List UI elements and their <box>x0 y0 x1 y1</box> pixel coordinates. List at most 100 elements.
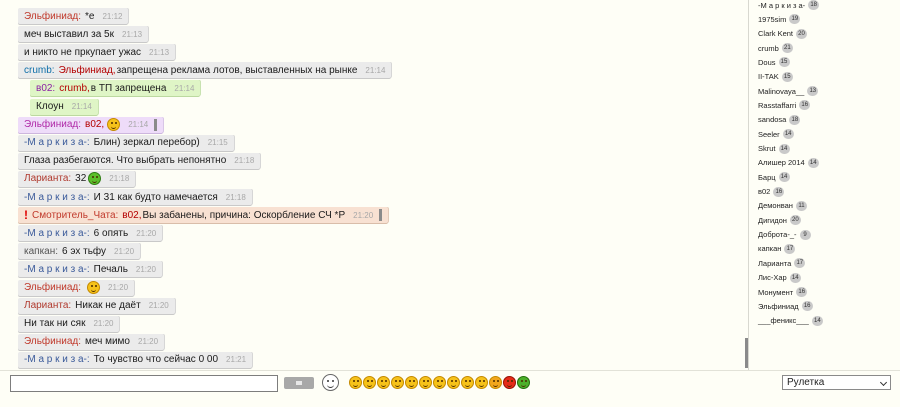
user-name: Дигидон <box>758 215 787 225</box>
tongue-emoji-icon[interactable] <box>475 376 488 389</box>
grin-emoji-icon[interactable] <box>377 376 390 389</box>
user-name: Seeler <box>758 129 780 139</box>
message-addressee[interactable]: crumb, <box>59 83 90 94</box>
cry-emoji-icon[interactable] <box>405 376 418 389</box>
wink-emoji-icon[interactable] <box>433 376 446 389</box>
game-select[interactable]: Рулетка <box>782 375 891 390</box>
user-list-item[interactable]: Dous 15 <box>758 56 790 68</box>
chat-message: в02: crumb, в ТП запрещена 21:14 <box>30 80 201 97</box>
message-addressee[interactable]: Эльфиниад, <box>59 65 116 76</box>
message-input[interactable] <box>10 375 278 392</box>
user-list-item[interactable]: в02 16 <box>758 186 785 198</box>
user-list-item[interactable]: Лис-Хар 14 <box>758 272 801 284</box>
message-nick[interactable]: Эльфиниад: <box>24 336 81 347</box>
message-nick[interactable]: -М а р к и з а-: <box>24 228 90 239</box>
user-list-item[interactable]: ___феникс___ 14 <box>758 315 823 327</box>
chat-message: Эльфиниад: в02, 21:14 <box>18 116 164 133</box>
user-name: в02 <box>758 187 771 197</box>
chat-message: Ларианта: 32 21:18 <box>18 170 136 187</box>
message-nick[interactable]: Смотритель_Чата: <box>32 210 118 221</box>
user-list-item[interactable]: Skrut 14 <box>758 143 790 155</box>
chat-message: -М а р к и з а-: И 31 как будто намечаетс… <box>18 189 252 205</box>
emoji-picker-toggle-icon[interactable] <box>322 374 339 391</box>
angry-emoji-icon[interactable] <box>461 376 474 389</box>
message-nick[interactable]: в02: <box>36 83 55 94</box>
message-nick[interactable]: Эльфиниад: <box>24 119 81 130</box>
sick-emoji-icon[interactable] <box>517 376 530 389</box>
user-list-item[interactable]: капкан 17 <box>758 243 796 255</box>
user-level-badge: 14 <box>807 157 819 168</box>
user-level-badge: 20 <box>796 28 808 39</box>
message-nick[interactable]: -М а р к и з а-: <box>24 192 90 203</box>
panel-divider <box>748 0 749 370</box>
chat-message: -М а р к и з а-: То чувство что сейчас 0 … <box>18 351 253 368</box>
user-level-badge: 15 <box>778 57 790 68</box>
message-time: 21:20 <box>108 283 129 292</box>
message-text: и никто не пркупает ужас <box>24 46 142 58</box>
message-time: 21:20 <box>93 319 114 329</box>
user-level-badge: 20 <box>789 215 801 226</box>
user-list-item[interactable]: Демонван 11 <box>758 200 807 212</box>
message-nick[interactable]: -М а р к и з а-: <box>24 264 90 275</box>
user-name: sandosa <box>758 115 787 125</box>
chat-message: Ларианта: Никак не даёт 21:20 <box>18 297 175 314</box>
user-list-item[interactable]: Эльфиниад 16 <box>758 300 813 312</box>
input-bar: Рулетка <box>0 370 900 407</box>
message-addressee[interactable]: в02, <box>85 119 104 130</box>
user-list-item[interactable]: Алишер 2014 14 <box>758 157 819 169</box>
message-nick[interactable]: Эльфиниад: <box>24 11 81 22</box>
message-nick[interactable]: Ларианта: <box>24 300 71 311</box>
user-list-item[interactable]: crumb 21 <box>758 42 793 54</box>
user-list-item[interactable]: Clark Kent 20 <box>758 28 808 40</box>
user-level-badge: 13 <box>807 86 819 97</box>
sob-emoji-icon[interactable] <box>419 376 432 389</box>
user-list-item[interactable]: sandosa 18 <box>758 114 801 126</box>
user-level-badge: 16 <box>796 287 808 297</box>
chat-app: Эльфиниад: *е 21:12 меч выставил за 5к 21:13… <box>0 0 900 407</box>
user-list-item[interactable]: Дигидон 20 <box>758 214 801 226</box>
chat-log[interactable]: Эльфиниад: *е 21:12 меч выставил за 5к 21:13… <box>0 0 748 370</box>
user-list-item[interactable]: Доброта-_- 9 <box>758 229 811 241</box>
user-level-badge: 17 <box>784 243 796 254</box>
user-list-item[interactable]: -М а р к и з а- 18 <box>758 0 820 11</box>
user-name: Лис-Хар <box>758 273 787 283</box>
message-nick[interactable]: капкан: <box>24 246 58 257</box>
message-text: запрещена реклама лотов, выставленных на… <box>116 64 358 76</box>
emoji-bar <box>349 376 531 389</box>
user-name: II-TAK <box>758 72 779 82</box>
rage-emoji-icon[interactable] <box>503 376 516 389</box>
smile-emoji-icon[interactable] <box>349 376 362 389</box>
sunglasses-emoji-icon[interactable] <box>489 376 502 389</box>
user-list[interactable]: -М а р к и з а- 18 1975sim 19 Clark Kent 20 cr… <box>750 0 900 370</box>
message-indicator <box>154 118 158 131</box>
send-button[interactable] <box>284 377 314 389</box>
chat-message: -М а р к и з а-: Блин) зеркал перебор) 21:… <box>18 134 234 151</box>
user-list-item[interactable]: Malinovaya__ 13 <box>758 85 819 97</box>
message-nick[interactable]: -М а р к и з а-: <box>24 354 90 365</box>
user-level-badge: 19 <box>789 14 801 25</box>
user-name: -М а р к и з а- <box>758 0 806 10</box>
message-nick[interactable]: Эльфиниад: <box>24 282 81 293</box>
message-nick[interactable]: -М а р к и з а-: <box>24 137 90 148</box>
user-level-badge: 16 <box>801 301 813 312</box>
message-time: 21:15 <box>207 138 228 148</box>
user-level-badge: 14 <box>782 129 794 140</box>
message-nick[interactable]: Ларианта: <box>24 173 71 184</box>
user-list-item[interactable]: Ларианта 17 <box>758 257 806 269</box>
message-nick[interactable]: crumb: <box>24 65 55 76</box>
user-list-item[interactable]: Барц 14 <box>758 171 790 183</box>
user-list-item[interactable]: Монумент 16 <box>758 286 808 298</box>
user-level-badge: 18 <box>789 114 801 125</box>
joy-emoji-icon[interactable] <box>447 376 460 389</box>
warning-mark: ! <box>24 208 28 223</box>
user-list-item[interactable]: Seeler 14 <box>758 128 794 140</box>
user-list-item[interactable]: Rasstaffarri 16 <box>758 99 811 111</box>
user-list-item[interactable]: II-TAK 15 <box>758 71 793 83</box>
message-addressee[interactable]: в02, <box>122 210 141 221</box>
laugh-emoji-icon[interactable] <box>391 376 404 389</box>
chat-message: -М а р к и з а-: Печаль 21:20 <box>18 261 162 278</box>
user-list-item[interactable]: 1975sim 19 <box>758 13 801 25</box>
cry-emoji-icon <box>87 281 100 294</box>
smile-emoji-icon[interactable] <box>363 376 376 389</box>
chat-message: crumb: Эльфиниад, запрещена реклама лотов,… <box>18 62 392 79</box>
